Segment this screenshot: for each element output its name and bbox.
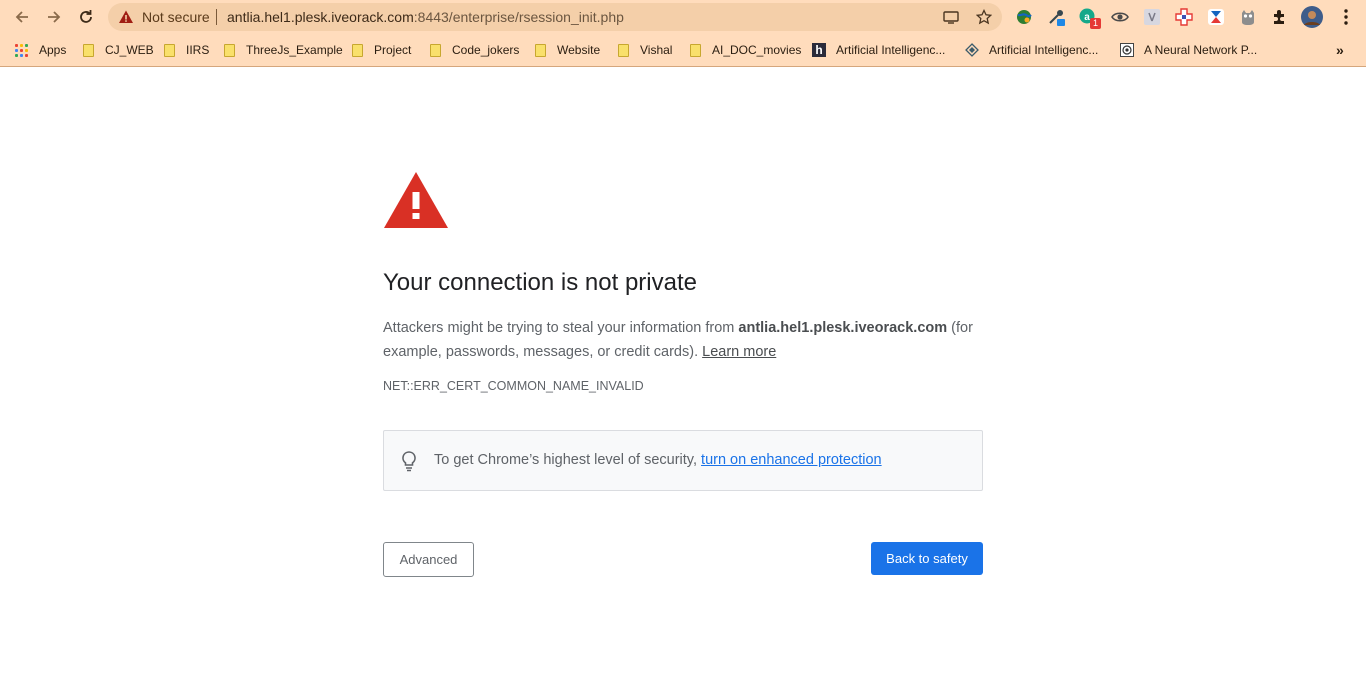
back-to-safety-button[interactable]: Back to safety (871, 542, 983, 575)
bookmark-label: Vishal (640, 43, 673, 57)
bookmark-folder-website[interactable]: Website (535, 40, 600, 60)
enhanced-protection-link[interactable]: turn on enhanced protection (701, 452, 882, 468)
bookmark-label: IIRS (186, 43, 210, 57)
bookmark-folder-iirs[interactable]: IIRS (164, 40, 209, 60)
bookmark-label: Project (374, 43, 412, 57)
bookmark-artificial-intelligence-2[interactable]: Artificial Intelligenc... (965, 40, 1098, 60)
bookmark-label: AI_DOC_movies (712, 43, 802, 57)
bookmark-neural-network[interactable]: A Neural Network P... (1120, 40, 1257, 60)
omnibox-divider (216, 9, 217, 25)
back-nav-icon[interactable] (10, 5, 34, 29)
bookmark-folder-vishal[interactable]: Vishal (618, 40, 672, 60)
folder-icon (224, 43, 235, 57)
h-favicon-icon: h (812, 43, 826, 57)
bookmark-label: Code_jokers (452, 43, 520, 57)
extensions-puzzle-icon[interactable] (1270, 7, 1290, 27)
error-code: NET::ERR_CERT_COMMON_NAME_INVALID (383, 379, 644, 393)
install-app-icon[interactable] (943, 9, 959, 25)
globe-extension-icon[interactable] (1014, 7, 1034, 27)
desc-host: antlia.hel1.plesk.iveorack.com (738, 320, 948, 336)
profile-avatar[interactable] (1300, 5, 1324, 29)
diamond-favicon-icon (965, 43, 979, 57)
reload-icon[interactable] (74, 5, 98, 29)
owl-extension-icon[interactable] (1238, 7, 1258, 27)
extension-badge: 1 (1090, 18, 1101, 29)
learn-more-link[interactable]: Learn more (702, 344, 776, 360)
bookmarks-bar: Apps CJ_WEB IIRS ThreeJs_Example Project… (0, 34, 1366, 67)
bookmark-label: Artificial Intelligenc... (989, 43, 1099, 57)
security-status[interactable]: Not secure (142, 9, 210, 25)
page-title: Your connection is not private (383, 269, 697, 296)
apps-grid-icon (15, 43, 28, 57)
tip-prefix: To get Chrome’s highest level of securit… (434, 452, 702, 468)
enhanced-protection-tip: To get Chrome’s highest level of securit… (383, 430, 983, 491)
bookmark-label: Apps (39, 43, 67, 57)
bookmark-star-icon[interactable] (976, 9, 992, 25)
bookmark-label: Artificial Intelligenc... (836, 43, 946, 57)
bookmarks-overflow-chevron-icon[interactable]: » (1336, 40, 1344, 60)
browser-toolbar: Not secure antlia.hel1.plesk.iveorack.co… (0, 0, 1366, 34)
folder-icon (83, 43, 94, 57)
advanced-button[interactable]: Advanced (383, 542, 474, 577)
address-bar[interactable]: Not secure antlia.hel1.plesk.iveorack.co… (108, 3, 1002, 31)
warning-triangle-icon (384, 172, 448, 228)
plus-extension-icon[interactable] (1174, 7, 1194, 27)
error-description: Attackers might be trying to steal your … (383, 316, 983, 364)
folder-icon (535, 43, 546, 57)
url-host: antlia.hel1.plesk.iveorack.com (227, 9, 414, 25)
url-path: :8443/enterprise/rsession_init.php (413, 9, 624, 25)
spiral-favicon-icon (1120, 43, 1134, 57)
bookmark-artificial-intelligence-1[interactable]: h Artificial Intelligenc... (812, 40, 945, 60)
browser-menu-icon[interactable] (1336, 7, 1356, 27)
ssl-interstitial: Your connection is not private Attackers… (383, 68, 983, 682)
folder-icon (430, 43, 441, 57)
hourglass-extension-icon[interactable] (1206, 7, 1226, 27)
folder-icon (352, 43, 363, 57)
eye-extension-icon[interactable] (1110, 7, 1130, 27)
eyedropper-extension-icon[interactable] (1046, 7, 1066, 27)
folder-icon (164, 43, 175, 57)
bookmark-label: A Neural Network P... (1144, 43, 1258, 57)
bookmark-folder-ai-doc-movies[interactable]: AI_DOC_movies (690, 40, 801, 60)
bookmark-apps[interactable]: Apps (15, 40, 66, 60)
bookmark-folder-code-jokers[interactable]: Code_jokers (430, 40, 519, 60)
forward-nav-icon[interactable] (42, 5, 66, 29)
folder-icon (618, 43, 629, 57)
bookmark-folder-project[interactable]: Project (352, 40, 411, 60)
not-secure-warning-icon[interactable] (118, 9, 134, 25)
folder-icon (690, 43, 701, 57)
bookmark-label: ThreeJs_Example (246, 43, 343, 57)
bookmark-folder-cj-web[interactable]: CJ_WEB (83, 40, 154, 60)
lightbulb-icon (402, 451, 416, 472)
tip-text: To get Chrome’s highest level of securit… (434, 452, 882, 468)
bookmark-label: CJ_WEB (105, 43, 154, 57)
translate-extension-icon[interactable] (1142, 7, 1162, 27)
url-text[interactable]: antlia.hel1.plesk.iveorack.com:8443/ente… (227, 9, 624, 25)
bookmark-label: Website (557, 43, 601, 57)
desc-prefix: Attackers might be trying to steal your … (383, 320, 739, 336)
bookmark-folder-threejs[interactable]: ThreeJs_Example (224, 40, 343, 60)
